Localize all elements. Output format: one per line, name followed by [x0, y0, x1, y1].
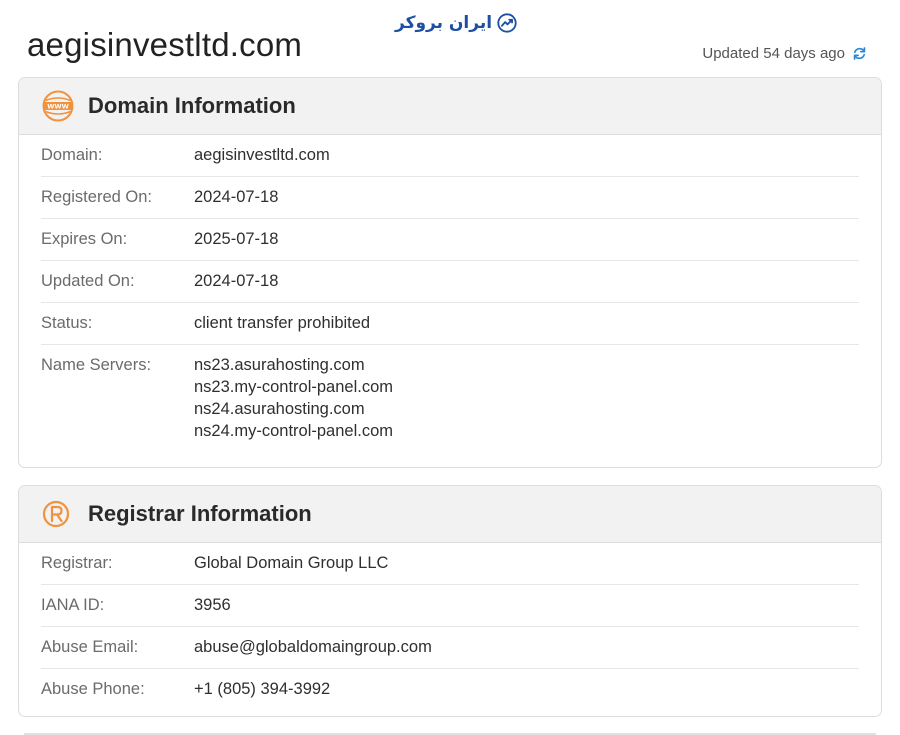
row-value: 3956: [194, 596, 231, 614]
row-label: Expires On:: [41, 230, 128, 248]
registrar-information-card: Registrar Information Registrar: Global …: [18, 485, 882, 717]
info-row-registrar: Registrar: Global Domain Group LLC: [41, 543, 859, 585]
updated-text: Updated 54 days ago: [702, 45, 845, 62]
domain-information-title: Domain Information: [88, 93, 296, 118]
registered-icon: [41, 497, 75, 531]
page-header: aegisinvestltd.com ایران بروکر Updated 5…: [0, 0, 900, 78]
info-row-status: Status: client transfer prohibited: [41, 303, 859, 345]
info-row-abuse-phone: Abuse Phone: +1 (805) 394-3992: [41, 669, 859, 711]
row-label: Abuse Email:: [41, 638, 139, 656]
row-value: Global Domain Group LLC: [194, 554, 389, 572]
updated-status: Updated 54 days ago: [702, 45, 868, 62]
info-row-abuse-email: Abuse Email: abuse@globaldomaingroup.com: [41, 627, 859, 669]
registrar-information-title: Registrar Information: [88, 501, 312, 526]
registrar-info-rows: Registrar: Global Domain Group LLC IANA …: [19, 543, 881, 711]
row-label: Status:: [41, 314, 93, 332]
row-value: 2025-07-18: [194, 230, 279, 248]
row-value: aegisinvestltd.com: [194, 146, 330, 164]
row-label: Domain:: [41, 146, 103, 164]
domain-information-card: WWW Domain Information Domain: aegisinve…: [18, 77, 882, 468]
row-label: Abuse Phone:: [41, 680, 145, 698]
row-value: +1 (805) 394-3992: [194, 680, 331, 698]
brand-watermark: ایران بروکر: [395, 12, 518, 34]
row-label: Registrar:: [41, 554, 113, 572]
name-server-item: ns23.my-control-panel.com: [194, 378, 393, 396]
brand-name: ایران بروکر: [395, 13, 493, 33]
registrar-information-header: Registrar Information: [19, 486, 881, 543]
row-value: 2024-07-18: [194, 188, 279, 206]
domain-info-rows: Domain: aegisinvestltd.com Registered On…: [19, 135, 881, 441]
info-row-domain: Domain: aegisinvestltd.com: [41, 135, 859, 177]
abuse-email-link[interactable]: abuse@globaldomaingroup.com: [194, 638, 432, 668]
page-title: aegisinvestltd.com: [27, 26, 303, 63]
svg-text:WWW: WWW: [47, 103, 69, 111]
row-value: client transfer prohibited: [194, 314, 371, 332]
row-value: 2024-07-18: [194, 272, 279, 290]
name-server-item: ns24.asurahosting.com: [194, 400, 365, 418]
domain-information-header: WWW Domain Information: [19, 78, 881, 135]
info-row-registered-on: Registered On: 2024-07-18: [41, 177, 859, 219]
info-row-expires-on: Expires On: 2025-07-18: [41, 219, 859, 261]
chart-logo-icon: [497, 13, 517, 33]
info-row-iana-id: IANA ID: 3956: [41, 585, 859, 627]
refresh-icon[interactable]: [851, 45, 868, 62]
row-label: IANA ID:: [41, 596, 105, 614]
info-row-updated-on: Updated On: 2024-07-18: [41, 261, 859, 303]
row-label: Registered On:: [41, 188, 152, 206]
name-server-list: ns23.asurahosting.com ns23.my-control-pa…: [194, 356, 393, 441]
row-label: Name Servers:: [41, 356, 152, 374]
name-server-item: ns24.my-control-panel.com: [194, 422, 393, 440]
name-server-item: ns23.asurahosting.com: [194, 356, 365, 374]
row-label: Updated On:: [41, 272, 135, 290]
www-globe-icon: WWW: [41, 89, 75, 123]
info-row-name-servers: Name Servers: ns23.asurahosting.com ns23…: [41, 345, 859, 441]
